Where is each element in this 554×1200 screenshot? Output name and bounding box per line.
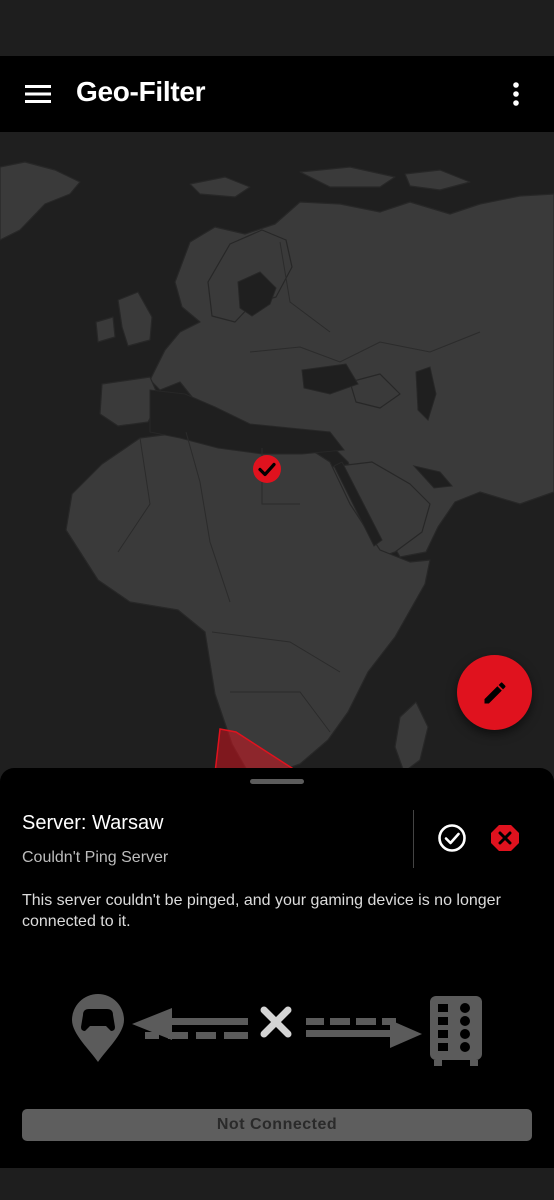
server-status: Couldn't Ping Server xyxy=(22,849,169,866)
edit-filter-button[interactable] xyxy=(457,655,532,730)
gamepad-location-pin-icon xyxy=(72,994,124,1062)
status-bar xyxy=(0,0,554,56)
server-bottom-sheet: Server: Warsaw Couldn't Ping Server This… xyxy=(0,768,554,1168)
arrow-left-dashed xyxy=(132,1008,248,1040)
app-title: Geo-Filter xyxy=(76,76,206,107)
drag-handle[interactable] xyxy=(250,779,304,784)
hexagon-x-icon[interactable] xyxy=(489,822,521,854)
vertical-divider xyxy=(413,810,414,868)
x-disconnected-icon xyxy=(260,1006,292,1038)
app-bar: Geo-Filter xyxy=(0,56,554,132)
server-rack-icon xyxy=(430,996,482,1066)
connection-illustration xyxy=(60,990,500,1070)
hamburger-menu-icon[interactable] xyxy=(18,74,58,114)
greenland-landmass xyxy=(0,161,81,241)
arctic-islands xyxy=(404,169,471,191)
ireland xyxy=(95,316,116,343)
more-vert-icon[interactable] xyxy=(496,74,536,114)
british-isles xyxy=(117,291,153,347)
pencil-edit-icon xyxy=(484,681,506,703)
server-title: Server: Warsaw xyxy=(22,812,164,834)
check-circle-outline-icon[interactable] xyxy=(436,822,468,854)
arrow-right-dashed xyxy=(306,1018,422,1048)
system-nav-bar xyxy=(0,1168,554,1200)
check-circle-marker-icon[interactable] xyxy=(252,454,282,484)
server-description: This server couldn't be pinged, and your… xyxy=(22,892,501,930)
connection-status-button[interactable]: Not Connected xyxy=(22,1109,532,1141)
arctic-islands xyxy=(299,166,396,188)
arctic-islands xyxy=(189,176,251,198)
madagascar xyxy=(394,701,429,773)
